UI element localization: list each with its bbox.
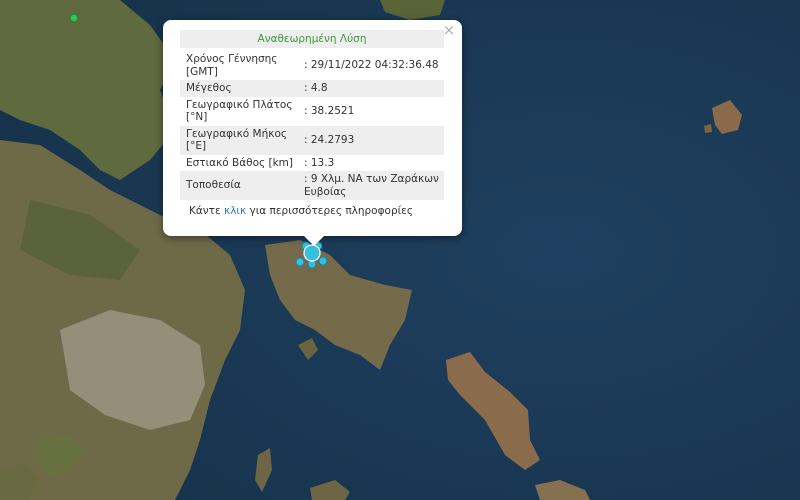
footer-prefix: Κάντε xyxy=(189,205,225,217)
info-value: : 13.3 xyxy=(304,156,335,169)
info-value: : 38.2521 xyxy=(304,104,355,117)
more-info-link[interactable]: κλικ xyxy=(224,205,246,217)
popup-footer: Κάντε κλικ για περισσότερες πληροφορίες xyxy=(180,205,444,217)
info-value: : 4.8 xyxy=(301,80,444,97)
station-dot-icon[interactable] xyxy=(69,13,79,23)
info-row: Εστιακό Βάθος [km] : 13.3 xyxy=(180,155,444,172)
earthquake-details-table: Χρόνος Γέννησης [GMT] : 29/11/2022 04:32:… xyxy=(180,51,444,200)
info-label: Χρόνος Γέννησης [GMT] xyxy=(186,53,278,78)
epicenter-marker-icon[interactable] xyxy=(303,244,321,262)
info-label: Εστιακό Βάθος [km] xyxy=(186,156,294,169)
info-label: Μέγεθος xyxy=(180,80,301,97)
info-value: : 9 Χλμ. ΝΑ των Ζαράκων Ευβοίας xyxy=(301,171,444,200)
info-row: Γεωγραφικό Πλάτος [°N] : 38.2521 xyxy=(180,97,444,126)
event-marker-icon[interactable] xyxy=(318,256,328,266)
info-row: Χρόνος Γέννησης [GMT] : 29/11/2022 04:32:… xyxy=(180,51,444,80)
earthquake-info-popup: × Αναθεωρημένη Λύση Χρόνος Γέννησης [GMT… xyxy=(163,20,462,236)
info-row: Γεωγραφικό Μήκος [°E]: 24.2793 xyxy=(180,125,444,155)
info-value: : 29/11/2022 04:32:36.48 xyxy=(304,59,439,72)
info-value: : 24.2793 xyxy=(301,125,444,155)
info-label: Γεωγραφικό Μήκος [°E] xyxy=(180,125,301,155)
footer-suffix: για περισσότερες πληροφορίες xyxy=(246,205,414,217)
popup-pointer xyxy=(303,235,325,246)
info-row: Τοποθεσία: 9 Χλμ. ΝΑ των Ζαράκων Ευβοίας xyxy=(180,171,444,200)
close-icon[interactable]: × xyxy=(442,22,456,38)
event-marker-icon[interactable] xyxy=(295,257,305,267)
info-row: Μέγεθος: 4.8 xyxy=(180,80,444,97)
info-label: Γεωγραφικό Πλάτος [°N] xyxy=(186,98,293,124)
popup-title: Αναθεωρημένη Λύση xyxy=(180,30,444,48)
info-label: Τοποθεσία xyxy=(180,171,301,200)
